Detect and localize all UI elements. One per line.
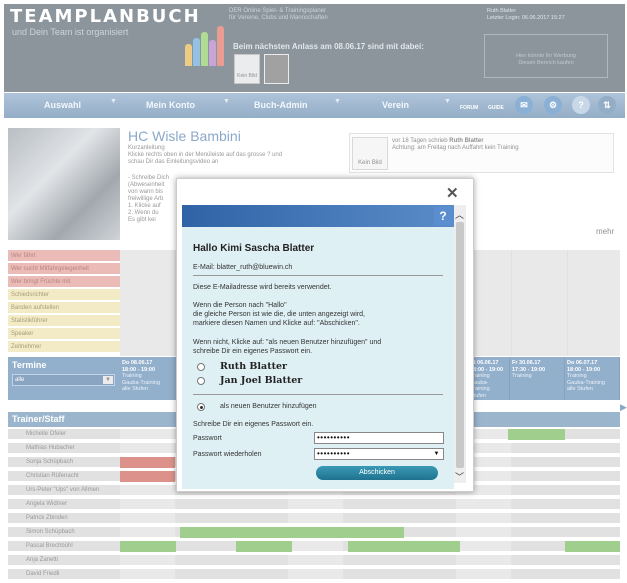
scrollbar-thumb[interactable] — [456, 222, 464, 468]
divider — [193, 394, 443, 395]
email-used-notice: Diese E-Mailadresse wird bereits verwend… — [193, 284, 332, 291]
new-user-option[interactable]: als neuen Benutzer hinzufügen — [220, 402, 317, 411]
instructions-2: Wenn nicht, Klicke auf: "als neuen Benut… — [193, 339, 382, 355]
dialog-greeting: Hallo Kimi Sascha Blatter — [193, 243, 315, 254]
help-icon[interactable]: ? — [434, 207, 452, 225]
instructions-1: Wenn die Person nach "Hallo" die gleiche… — [193, 302, 365, 327]
divider — [193, 275, 443, 276]
password-repeat-label: Passwort wiederholen — [193, 451, 262, 458]
chevron-up-icon[interactable]: ︿ — [455, 208, 464, 221]
password-field[interactable]: •••••••••• — [314, 432, 444, 444]
radio-new-user[interactable] — [197, 403, 205, 411]
dialog-email: E-Mail: blatter_ruth@bluewin.ch — [193, 264, 293, 271]
chevron-down-icon: ▼ — [433, 451, 440, 457]
person-option-2[interactable]: Jan Joel Blatter — [220, 375, 302, 386]
password-label: Passwort — [193, 435, 222, 442]
radio-person-1[interactable] — [197, 363, 205, 371]
close-icon[interactable]: ✕ — [446, 184, 459, 202]
password-instruction: Schreibe Dir ein eigenes Passwort ein. — [193, 421, 314, 428]
radio-person-2[interactable] — [197, 377, 205, 385]
password-repeat-field[interactable]: •••••••••• ▼ — [314, 448, 444, 460]
submit-button[interactable]: Abschicken — [316, 466, 438, 480]
person-option-1[interactable]: Ruth Blatter — [220, 361, 287, 372]
chevron-down-icon[interactable]: ﹀ — [455, 470, 464, 483]
dialog-title-bar — [182, 205, 454, 227]
